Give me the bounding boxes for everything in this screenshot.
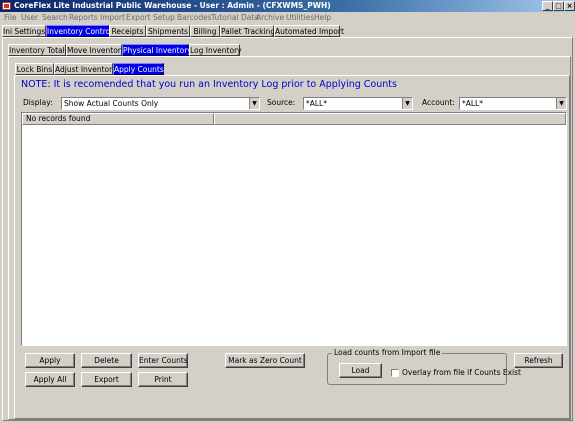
tab-automated-import[interactable]: Automated Import (274, 25, 344, 37)
menu-help[interactable]: Help (314, 12, 331, 23)
tab-shipments[interactable]: Shipments (146, 25, 190, 37)
source-select[interactable]: *ALL* ▼ (303, 97, 413, 110)
load-button[interactable]: Load (339, 363, 382, 378)
tab-adjust-inventory[interactable]: Adjust Inventory (54, 63, 117, 75)
menu-utilities[interactable]: Utilities (286, 12, 314, 23)
menu-bar: File User Search Reports Import Export S… (0, 12, 575, 23)
overlay-checkbox[interactable] (391, 369, 399, 377)
tab-pallet-tracking[interactable]: Pallet Tracking (220, 25, 275, 37)
source-label: Source: (267, 98, 296, 107)
account-select-value: *ALL* (462, 99, 483, 108)
tab-billing[interactable]: Billing (190, 25, 220, 37)
tab-physical-inventory[interactable]: Physical Inventory (122, 44, 192, 56)
minimize-button[interactable]: _ (542, 1, 553, 11)
maximize-button[interactable]: □ (553, 1, 564, 11)
display-label: Display: (23, 98, 53, 107)
chevron-down-icon[interactable]: ▼ (556, 98, 566, 109)
tab-lock-bins[interactable]: Lock Bins (15, 63, 54, 75)
menu-barcodes[interactable]: Barcodes (177, 12, 212, 23)
account-label: Account: (422, 98, 455, 107)
counts-grid[interactable]: No records found (21, 112, 567, 346)
close-button[interactable]: × (564, 1, 575, 11)
account-select[interactable]: *ALL* ▼ (459, 97, 567, 110)
print-button[interactable]: Print (138, 372, 188, 387)
chevron-down-icon[interactable]: ▼ (402, 98, 412, 109)
tab-log-inventory[interactable]: Log Inventory (189, 44, 242, 56)
tab-receipts[interactable]: Receipts (109, 25, 146, 37)
app-icon (2, 2, 11, 10)
menu-tutorial-data[interactable]: Tutorial Data (211, 12, 259, 23)
menu-reports[interactable]: Reports (69, 12, 98, 23)
overlay-checkbox-label: Overlay from file if Counts Exist (402, 368, 521, 377)
tab-apply-counts[interactable]: Apply Counts (113, 63, 164, 75)
import-group-title: Load counts from Import file (332, 348, 443, 358)
apply-all-button[interactable]: Apply All (25, 372, 75, 387)
delete-button[interactable]: Delete (81, 353, 132, 368)
tab-ini-settings[interactable]: Ini Settings (2, 25, 46, 37)
menu-export[interactable]: Export (126, 12, 151, 23)
refresh-button[interactable]: Refresh (514, 353, 563, 368)
mark-as-zero-count-button[interactable]: Mark as Zero Count (225, 353, 305, 368)
menu-setup[interactable]: Setup (153, 12, 175, 23)
export-button[interactable]: Export (81, 372, 132, 387)
title-bar: CoreFlex Lite Industrial Public Warehous… (0, 0, 575, 12)
tab-inventory-control[interactable]: Inventory Control (46, 25, 112, 37)
window-title: CoreFlex Lite Industrial Public Warehous… (14, 1, 331, 10)
display-select[interactable]: Show Actual Counts Only ▼ (61, 97, 260, 110)
display-select-value: Show Actual Counts Only (64, 99, 159, 108)
menu-file[interactable]: File (4, 12, 17, 23)
enter-counts-button[interactable]: Enter Counts (138, 353, 188, 368)
tab-inventory-totals[interactable]: Inventory Totals (8, 44, 69, 56)
tab-move-inventory[interactable]: Move Inventory (66, 44, 125, 56)
chevron-down-icon[interactable]: ▼ (249, 98, 259, 109)
menu-archive[interactable]: Archive (256, 12, 284, 23)
apply-button[interactable]: Apply (25, 353, 75, 368)
source-select-value: *ALL* (306, 99, 327, 108)
menu-search[interactable]: Search (42, 12, 68, 23)
menu-import[interactable]: Import (100, 12, 125, 23)
menu-user[interactable]: User (21, 12, 38, 23)
grid-header-blank (214, 113, 566, 125)
note-text: NOTE: It is recomended that you run an I… (21, 79, 397, 90)
grid-empty-message: No records found (22, 113, 214, 125)
